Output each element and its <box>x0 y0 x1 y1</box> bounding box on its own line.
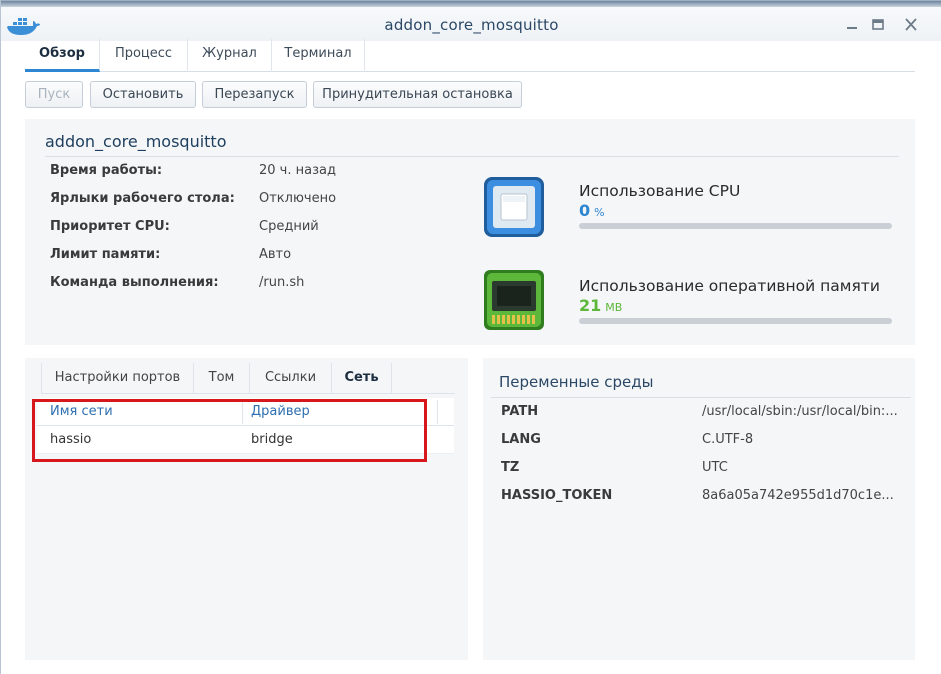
divider <box>45 156 899 157</box>
ram-unit: MB <box>605 301 623 314</box>
detail-tabs: Настройки портов Том Ссылки Сеть <box>41 363 455 394</box>
main-tabs: Обзор Процесс Журнал Терминал <box>25 39 915 72</box>
uptime-value: 20 ч. назад <box>259 163 336 178</box>
desktop-shortcut-label: Ярлыки рабочего стола: <box>50 191 235 206</box>
window-title: addon_core_mosquitto <box>384 16 559 34</box>
tab-log[interactable]: Журнал <box>188 39 272 72</box>
cpu-chip-icon <box>484 177 544 237</box>
cpu-priority-value: Средний <box>259 219 319 234</box>
start-button[interactable]: Пуск <box>25 81 83 108</box>
tab-overview[interactable]: Обзор <box>25 39 100 72</box>
column-separator <box>437 400 438 424</box>
env-key-hassio-token: HASSIO_TOKEN <box>501 488 613 503</box>
tab-links[interactable]: Ссылки <box>249 363 331 394</box>
cpu-usage-value: 0% <box>579 201 605 220</box>
cpu-usage-title: Использование CPU <box>579 182 741 200</box>
uptime-label: Время работы: <box>50 163 163 178</box>
memory-limit-label: Лимит памяти: <box>50 247 161 262</box>
force-stop-button[interactable]: Принудительная остановка <box>313 81 522 108</box>
title-bar[interactable]: addon_core_mosquitto <box>1 7 941 41</box>
env-key-tz: TZ <box>501 460 520 475</box>
close-icon[interactable] <box>902 17 920 33</box>
ram-value: 21 <box>579 296 602 315</box>
run-command-label: Команда выполнения: <box>50 275 219 290</box>
ram-module-icon <box>484 270 544 330</box>
desktop-shortcut-value: Отключено <box>259 191 337 206</box>
tab-terminal[interactable]: Терминал <box>272 39 365 72</box>
env-value-hassio-token: 8a6a05a742e955d1d70c1e... <box>702 488 894 503</box>
tab-volume[interactable]: Том <box>193 363 249 394</box>
restart-button[interactable]: Перезапуск <box>202 81 307 108</box>
tab-process[interactable]: Процесс <box>100 39 188 72</box>
cpu-usage-bar <box>579 223 892 229</box>
env-value-tz: UTC <box>702 460 728 475</box>
cpu-value: 0 <box>579 201 591 220</box>
env-value-path: /usr/local/sbin:/usr/local/bin:... <box>702 404 898 419</box>
memory-limit-value: Авто <box>259 247 292 262</box>
env-key-path: PATH <box>501 404 539 419</box>
ram-usage-value: 21 MB <box>579 296 622 315</box>
tab-network[interactable]: Сеть <box>331 363 392 394</box>
stop-button[interactable]: Остановить <box>90 81 196 108</box>
details-panel: Настройки портов Том Ссылки Сеть Имя сет… <box>25 358 468 660</box>
env-title: Переменные среды <box>499 373 654 391</box>
run-command-value: /run.sh <box>259 275 305 290</box>
container-name: addon_core_mosquitto <box>45 132 227 151</box>
env-panel: Переменные среды PATH /usr/local/sbin:/u… <box>483 358 915 660</box>
overview-panel: addon_core_mosquitto Время работы: 20 ч.… <box>25 119 915 345</box>
maximize-icon[interactable] <box>869 17 887 33</box>
divider <box>491 397 911 398</box>
ram-usage-bar <box>579 318 892 324</box>
container-details-window: addon_core_mosquitto Обзор Процесс Журна… <box>0 0 941 674</box>
ram-usage-title: Использование оперативной памяти <box>579 277 880 295</box>
highlight-annotation <box>32 399 427 462</box>
cpu-unit: % <box>594 206 605 219</box>
env-value-lang: C.UTF-8 <box>702 432 754 447</box>
env-key-lang: LANG <box>501 432 541 447</box>
table-empty-area <box>37 454 454 654</box>
cpu-priority-label: Приоритет CPU: <box>50 219 170 234</box>
tab-port-settings[interactable]: Настройки портов <box>41 363 193 394</box>
minimize-icon[interactable] <box>843 17 861 33</box>
